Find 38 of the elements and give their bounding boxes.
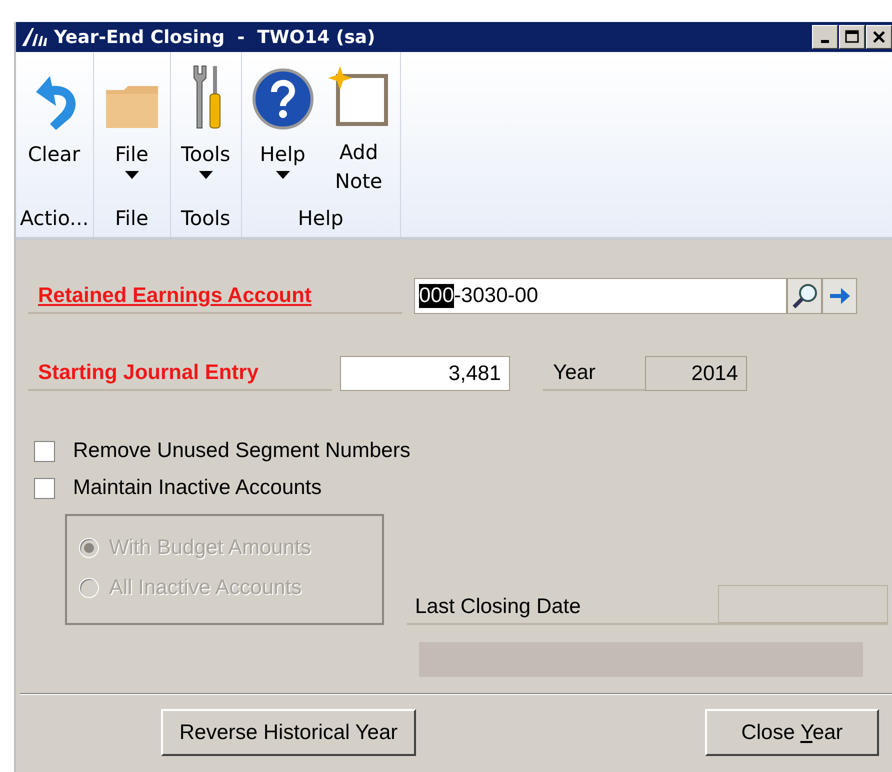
close-button[interactable] [866, 25, 892, 49]
dropdown-caret-icon [198, 171, 213, 179]
arrow-icon [828, 285, 852, 307]
toolbar-button[interactable]: File [98, 60, 166, 200]
year-field: 2014 [645, 356, 747, 391]
help-icon [252, 68, 314, 130]
field-label: Year [553, 361, 596, 385]
window-title: Year-End Closing - TWO14 (sa) [54, 26, 376, 48]
toolbar-button[interactable]: Help [246, 60, 320, 200]
minimize-icon [821, 40, 829, 43]
field-label: Starting Journal Entry [38, 361, 259, 385]
checkbox-label: Maintain Inactive Accounts [73, 476, 322, 500]
toolbar-button[interactable]: Clear [20, 60, 88, 200]
maximize-icon [844, 29, 860, 45]
group-label: Actio... [20, 205, 89, 232]
checkbox-label: Remove Unused Segment Numbers [73, 439, 410, 463]
close-year-button[interactable]: Close Year [705, 709, 879, 756]
go-to-button[interactable] [822, 278, 857, 314]
toolbar-button[interactable]: Tools [174, 60, 237, 200]
dropdown-caret-icon [276, 171, 290, 179]
reverse-historical-year-button[interactable]: Reverse Historical Year [161, 709, 416, 756]
group-label: Help [296, 205, 344, 232]
journal-entry-field[interactable]: 3,481 [340, 356, 510, 391]
dropdown-caret-icon [124, 171, 139, 179]
minimize-button[interactable] [812, 25, 838, 49]
group-label: File [114, 205, 150, 232]
lookup-button[interactable] [787, 278, 822, 314]
checkbox[interactable] [34, 478, 55, 498]
group-label: Tools [180, 205, 232, 232]
note-icon [328, 66, 390, 128]
toolbar-button[interactable]: Add Note [322, 60, 396, 200]
search-icon [792, 283, 818, 309]
checkbox[interactable] [34, 440, 55, 462]
maximize-button[interactable] [839, 25, 865, 49]
app-icon [20, 26, 48, 48]
close-icon [871, 29, 887, 45]
field-label: Last Closing Date [415, 595, 581, 620]
account-field[interactable]: 000-3030-00 [414, 278, 787, 314]
